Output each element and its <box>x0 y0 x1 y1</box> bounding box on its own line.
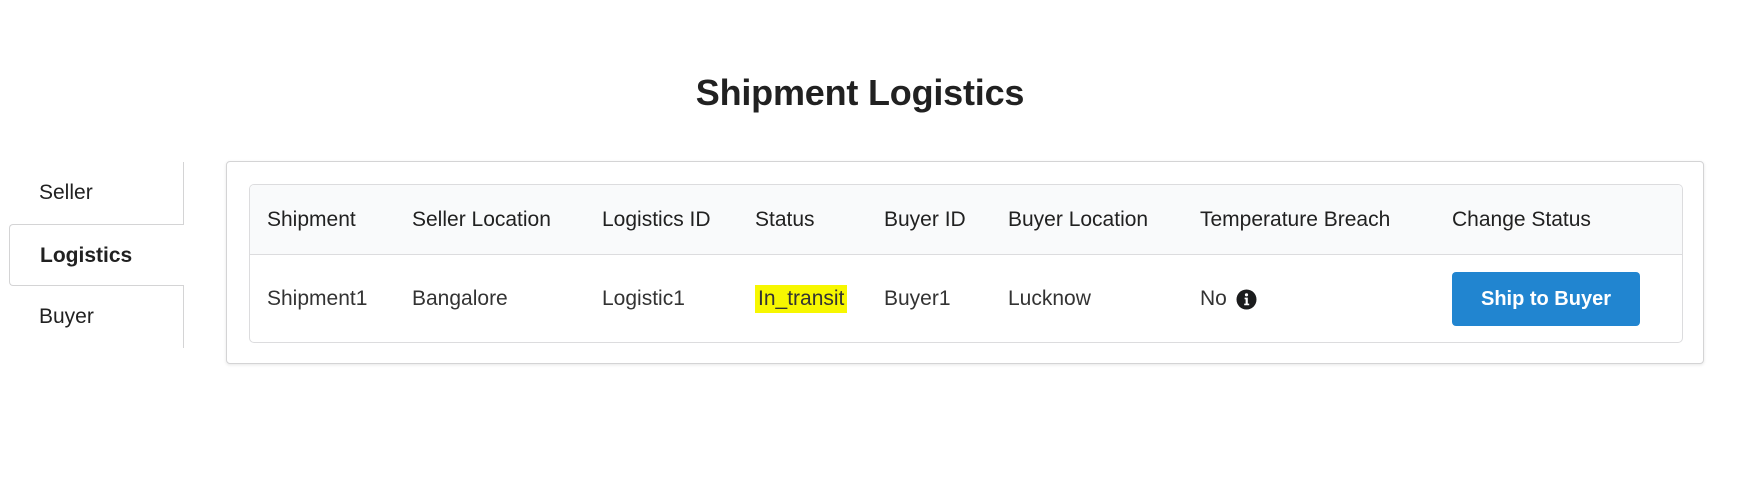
cell-temperature-breach: No <box>1200 255 1257 342</box>
cell-seller-location: Bangalore <box>412 287 508 310</box>
sidebar-item-buyer[interactable]: Buyer <box>9 286 184 348</box>
column-header-shipment: Shipment <box>267 207 356 231</box>
column-header-buyer-location: Buyer Location <box>1008 207 1149 231</box>
table-row: Shipment1 Bangalore Logistic1 In_transit… <box>250 255 1682 342</box>
info-circle-icon[interactable] <box>1236 289 1257 310</box>
cell-buyer-location: Lucknow <box>1008 287 1091 310</box>
column-header-seller-location: Seller Location <box>412 207 551 231</box>
sidebar-item-logistics[interactable]: Logistics <box>9 224 184 286</box>
sidebar-menu: Seller Logistics Buyer <box>9 162 184 348</box>
cell-change-status: Ship to Buyer <box>1452 255 1640 342</box>
cell-buyer-id: Buyer1 <box>884 287 951 310</box>
temperature-breach-value: No <box>1200 287 1227 310</box>
column-header-logistics-id: Logistics ID <box>602 207 711 231</box>
content-panel: Shipment Seller Location Logistics ID St… <box>226 161 1704 364</box>
sidebar-item-seller[interactable]: Seller <box>9 162 184 224</box>
page-title: Shipment Logistics <box>695 72 1025 113</box>
column-header-status: Status <box>755 207 815 231</box>
cell-logistics-id: Logistic1 <box>602 287 685 310</box>
cell-status: In_transit <box>755 255 848 342</box>
column-header-change-status: Change Status <box>1452 207 1591 231</box>
column-header-temperature-breach: Temperature Breach <box>1200 207 1391 231</box>
column-header-buyer-id: Buyer ID <box>884 207 966 231</box>
table-header: Shipment Seller Location Logistics ID St… <box>250 185 1682 255</box>
ship-to-buyer-button[interactable]: Ship to Buyer <box>1452 272 1640 326</box>
cell-shipment: Shipment1 <box>267 287 368 310</box>
shipments-table: Shipment Seller Location Logistics ID St… <box>249 184 1683 343</box>
status-value: In_transit <box>755 285 848 313</box>
